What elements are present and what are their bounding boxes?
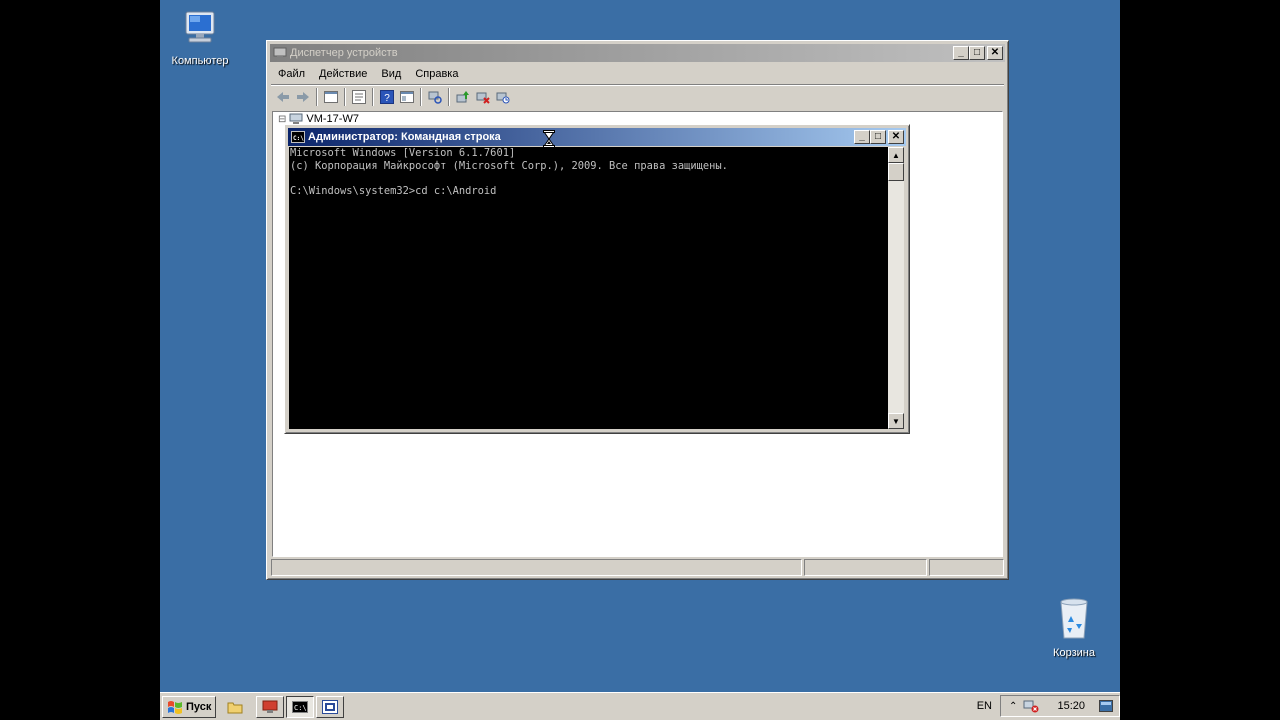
folder-icon [227,702,243,713]
status-pane-3 [929,559,1004,576]
menu-view[interactable]: Вид [374,68,408,80]
disable-button[interactable] [495,89,511,105]
device-manager-icon [273,47,287,58]
desktop-label-computer: Компьютер [171,55,229,67]
start-label: Пуск [186,700,212,713]
menu-help[interactable]: Справка [408,68,465,80]
clock[interactable]: 15:20 [1057,700,1085,712]
scroll-down-button[interactable]: ▼ [888,413,904,429]
view-icon [400,91,414,103]
recycle-bin-icon [1060,598,1088,639]
status-pane-2 [804,559,927,576]
device-manager-title: Диспетчер устройств [290,47,398,59]
uninstall-icon [476,92,490,104]
view-button[interactable] [399,89,415,105]
svg-text:?: ? [384,93,390,104]
minimize-button[interactable]: _ [953,46,969,60]
cmd-close-button[interactable]: ✕ [888,130,904,144]
window-task-icon [322,699,339,714]
computer-icon [185,11,215,43]
scan-hardware-button[interactable] [427,89,443,105]
close-button[interactable]: ✕ [987,46,1003,60]
svg-text:C:\: C:\ [294,704,307,712]
console-output[interactable]: Microsoft Windows [Version 6.1.7601] (c)… [289,147,888,429]
menu-action[interactable]: Действие [312,68,374,80]
show-hidden-icons[interactable]: ⌃ [1009,701,1017,712]
toolbar: ? [271,86,1004,108]
console-tree-button[interactable] [323,89,339,105]
quicklaunch-explorer[interactable] [224,696,246,718]
cmd-window: C:\ Администратор: Командная строка _ □ … [284,124,910,434]
desktop-label-recycle-bin: Корзина [1053,647,1095,659]
menu-bar: Файл Действие Вид Справка [271,64,1004,83]
console-line-1: Microsoft Windows [Version 6.1.7601] [290,147,516,159]
console-tree-icon [324,91,338,103]
help-button[interactable]: ? [379,89,395,105]
show-desktop-icon[interactable] [1099,700,1113,712]
update-driver-button[interactable] [455,89,471,105]
desktop-icon-recycle-bin[interactable]: Корзина [1034,598,1114,659]
console-line-3 [289,174,888,185]
console-scrollbar[interactable]: ▲ ▼ [888,147,904,429]
console-line-2: (c) Корпорация Майкрософт (Microsoft Cor… [290,160,728,173]
back-button[interactable] [275,89,291,105]
language-indicator[interactable]: EN [969,700,1000,712]
status-bar [271,559,1004,576]
menu-file[interactable]: Файл [271,68,312,80]
uninstall-button[interactable] [475,89,491,105]
start-button[interactable]: Пуск [162,695,217,718]
notification-area: ⌃ 15:20 [1000,695,1120,717]
forward-button[interactable] [295,89,311,105]
status-pane-1 [271,559,802,576]
network-icon[interactable] [1023,699,1039,713]
properties-icon [352,90,366,104]
scan-hardware-icon [428,91,442,104]
cmd-task-icon: C:\ [292,700,309,713]
taskbar-window-3[interactable] [316,695,345,718]
disable-icon [496,92,510,104]
cmd-minimize-button[interactable]: _ [854,130,870,144]
taskbar-cmd[interactable]: C:\ [286,695,315,718]
device-manager-task-icon [262,700,278,713]
hourglass-cursor-icon [543,130,555,148]
console-line-4: C:\Windows\system32>cd c:\Android [290,184,497,197]
svg-text:C:\: C:\ [293,135,304,142]
update-driver-icon [456,91,469,103]
scroll-up-button[interactable]: ▲ [888,147,904,163]
console-icon: C:\ [291,131,305,143]
back-icon [277,92,289,102]
device-manager-titlebar[interactable]: Диспетчер устройств _ □ ✕ [270,44,1005,62]
system-tray: EN ⌃ 15:20 [969,695,1120,717]
maximize-button[interactable]: □ [969,46,985,60]
desktop-icon-computer[interactable]: Компьютер [160,10,240,67]
tree-expand-toggle[interactable]: ⊟ [278,114,286,125]
start-flag-icon [168,700,182,714]
cmd-titlebar[interactable]: C:\ Администратор: Командная строка _ □ … [288,128,906,146]
taskbar: Пуск C:\ EN ⌃ 15:20 [160,692,1120,720]
help-icon: ? [380,90,394,104]
scroll-thumb[interactable] [888,163,904,181]
forward-icon [297,92,309,102]
taskbar-device-manager[interactable] [256,695,285,718]
cmd-maximize-button[interactable]: □ [870,130,886,144]
desktop: Компьютер Корзина Диспетчер устройств _ … [160,0,1120,720]
cmd-title: Администратор: Командная строка [308,131,501,143]
properties-button[interactable] [351,89,367,105]
